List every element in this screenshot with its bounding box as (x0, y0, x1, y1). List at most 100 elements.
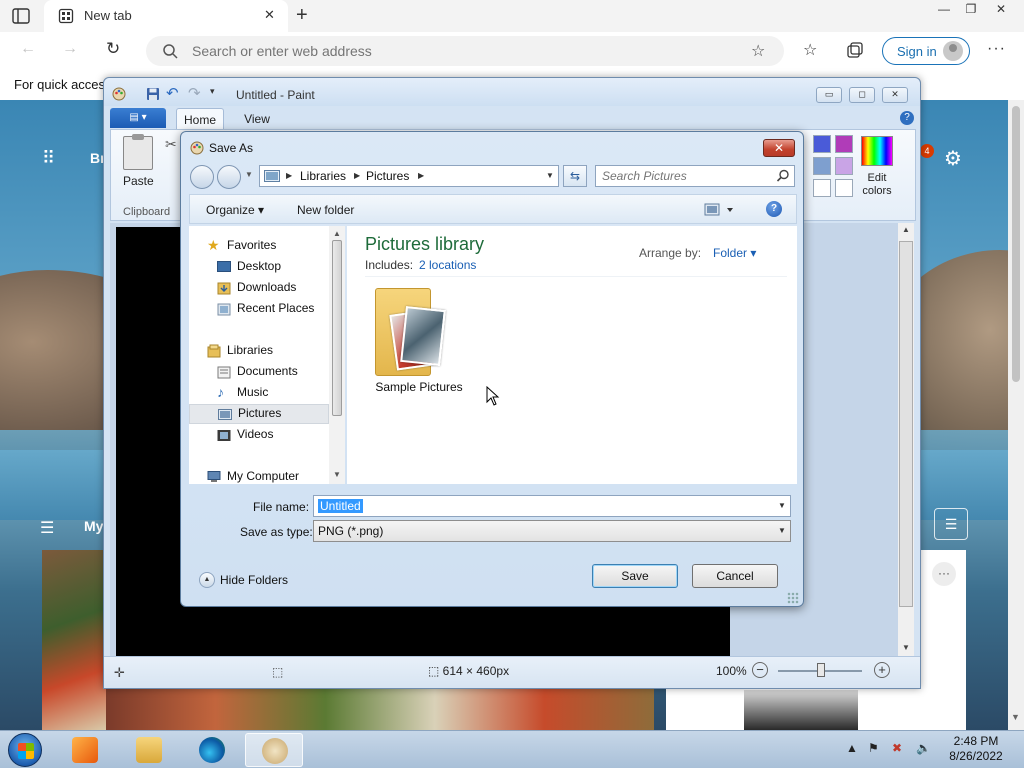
address-bar[interactable]: ☆ (146, 36, 784, 66)
paint-help-icon[interactable]: ? (900, 111, 914, 125)
news-card-image[interactable] (42, 550, 106, 730)
customize-toolbar-icon[interactable]: ▾ (210, 86, 224, 100)
recent-locations-icon[interactable]: ▼ (245, 170, 253, 179)
card-more-button[interactable]: ··· (932, 562, 956, 586)
dialog-close-button[interactable]: ✕ (763, 139, 795, 157)
nav-item-music[interactable]: ♪ Music (217, 384, 333, 402)
nav-item-documents[interactable]: Documents (217, 363, 333, 381)
cancel-button[interactable]: Cancel (692, 564, 778, 588)
refresh-button[interactable]: ⇆ (563, 165, 587, 187)
clipboard-icon[interactable] (123, 134, 153, 170)
taskbar-media-player[interactable] (56, 733, 114, 767)
organize-button[interactable]: Organize ▾ (206, 203, 264, 217)
breadcrumb-separator-icon[interactable]: ▶ (418, 171, 424, 180)
edit-colors-button[interactable]: Edit colors (857, 172, 897, 198)
color-swatch[interactable] (835, 179, 853, 197)
gear-icon[interactable]: ⚙ (944, 146, 962, 171)
resize-grip[interactable] (787, 592, 799, 604)
folder-item-sample-pictures[interactable]: Sample Pictures (371, 288, 467, 398)
collections-icon[interactable] (846, 41, 864, 59)
news-card-image[interactable] (106, 685, 654, 730)
save-as-type-dropdown-icon[interactable]: ▼ (778, 526, 786, 535)
forward-arrow-icon[interactable]: → (62, 40, 78, 58)
search-icon[interactable] (776, 169, 790, 183)
refresh-icon[interactable]: ↻ (106, 39, 120, 59)
dialog-search-input[interactable] (602, 169, 772, 183)
sign-in-button[interactable]: Sign in (882, 37, 970, 65)
breadcrumb-libraries[interactable]: Libraries (300, 169, 346, 183)
paint-title-bar[interactable]: ↶ ↷ ▾ Untitled - Paint ▭ ◻ ✕ (104, 78, 920, 106)
nav-item-favorites[interactable]: ★ Favorites (207, 237, 333, 255)
menu-icon[interactable]: ☰ (40, 518, 54, 538)
address-input[interactable] (192, 41, 732, 61)
redo-icon[interactable]: ↷ (188, 84, 202, 102)
nav-item-videos[interactable]: Videos (217, 426, 333, 444)
paint-close-button[interactable]: ✕ (882, 87, 908, 103)
restore-button[interactable]: ❐ (955, 0, 987, 20)
tab-new-tab[interactable]: New tab ✕ (44, 0, 288, 32)
dialog-address-bar[interactable]: ▶ Libraries ▶ Pictures ▶ ▼ (259, 165, 559, 187)
volume-icon[interactable]: 🔈 (916, 741, 931, 755)
navigation-pane-scrollbar[interactable]: ▲ ▼ (329, 226, 345, 484)
forward-button[interactable] (217, 165, 241, 189)
scroll-down-icon[interactable]: ▼ (902, 643, 910, 652)
file-name-dropdown-icon[interactable]: ▼ (778, 501, 786, 510)
save-button[interactable]: Save (592, 564, 678, 588)
nav-item-pictures[interactable]: Pictures (189, 404, 329, 424)
canvas-scrollbar-thumb[interactable] (899, 241, 913, 607)
layout-toggle-button[interactable]: ☰ (934, 508, 968, 540)
breadcrumb-pictures[interactable]: Pictures (366, 169, 409, 183)
taskbar-file-explorer[interactable] (120, 733, 178, 767)
color-swatch[interactable] (835, 157, 853, 175)
clock[interactable]: 2:48 PM 8/26/2022 (940, 734, 1012, 764)
paint-maximize-button[interactable]: ◻ (849, 87, 875, 103)
dialog-search-box[interactable] (595, 165, 795, 187)
nav-item-downloads[interactable]: Downloads (217, 279, 333, 297)
edit-colors-icon[interactable] (861, 136, 893, 166)
nav-item-my-computer[interactable]: My Computer (207, 468, 333, 486)
apps-grid-icon[interactable]: ⠿ (42, 148, 55, 169)
tab-actions-icon[interactable] (10, 6, 32, 26)
close-window-button[interactable]: ✕ (985, 0, 1017, 20)
back-button[interactable] (190, 165, 214, 189)
back-arrow-icon[interactable]: ← (20, 40, 36, 58)
cut-icon[interactable]: ✂ (165, 136, 177, 153)
paint-file-menu-button[interactable]: ▤ ▾ (110, 108, 166, 128)
paint-app-icon[interactable] (112, 87, 126, 101)
scroll-down-icon[interactable]: ▼ (1011, 712, 1020, 722)
nav-item-desktop[interactable]: Desktop (217, 258, 333, 276)
favorites-icon[interactable]: ☆ (803, 40, 817, 60)
nav-item-libraries[interactable]: Libraries (207, 342, 333, 360)
color-swatch[interactable] (813, 179, 831, 197)
includes-locations-link[interactable]: 2 locations (419, 258, 476, 272)
arrange-by-dropdown[interactable]: Folder ▾ (713, 246, 756, 260)
save-as-type-select[interactable]: PNG (*.png) ▼ (313, 520, 791, 542)
nav-item-recent-places[interactable]: Recent Places (217, 300, 333, 318)
color-swatch[interactable] (835, 135, 853, 153)
page-scrollbar[interactable]: ▼ (1008, 100, 1024, 730)
zoom-in-button[interactable]: + (874, 662, 890, 678)
tab-home[interactable]: Home (176, 108, 224, 130)
tab-close-icon[interactable]: ✕ (264, 7, 275, 23)
taskbar-edge[interactable] (183, 733, 241, 767)
file-name-value[interactable]: Untitled (318, 499, 363, 513)
change-view-icon[interactable] (704, 203, 736, 217)
notification-badge[interactable]: 4 (920, 144, 934, 158)
show-hidden-icons[interactable]: ▲ (846, 741, 858, 755)
action-center-icon[interactable]: ⚑ (868, 741, 879, 755)
undo-icon[interactable]: ↶ (166, 84, 180, 102)
network-icon[interactable]: ✖ (892, 741, 902, 755)
zoom-out-button[interactable]: − (752, 662, 768, 678)
taskbar-paint[interactable] (245, 733, 303, 767)
navigation-scrollbar-thumb[interactable] (332, 240, 342, 416)
file-name-input[interactable]: Untitled ▼ (313, 495, 791, 517)
color-swatch[interactable] (813, 157, 831, 175)
paint-minimize-button[interactable]: ▭ (816, 87, 842, 103)
breadcrumb-separator-icon[interactable]: ▶ (354, 171, 360, 180)
new-tab-button[interactable]: + (296, 4, 308, 27)
breadcrumb-separator-icon[interactable]: ▶ (286, 171, 292, 180)
scroll-up-icon[interactable]: ▲ (902, 225, 910, 234)
scroll-down-icon[interactable]: ▼ (333, 470, 341, 479)
paste-button[interactable]: Paste (123, 174, 154, 188)
page-scrollbar-thumb[interactable] (1012, 106, 1020, 382)
